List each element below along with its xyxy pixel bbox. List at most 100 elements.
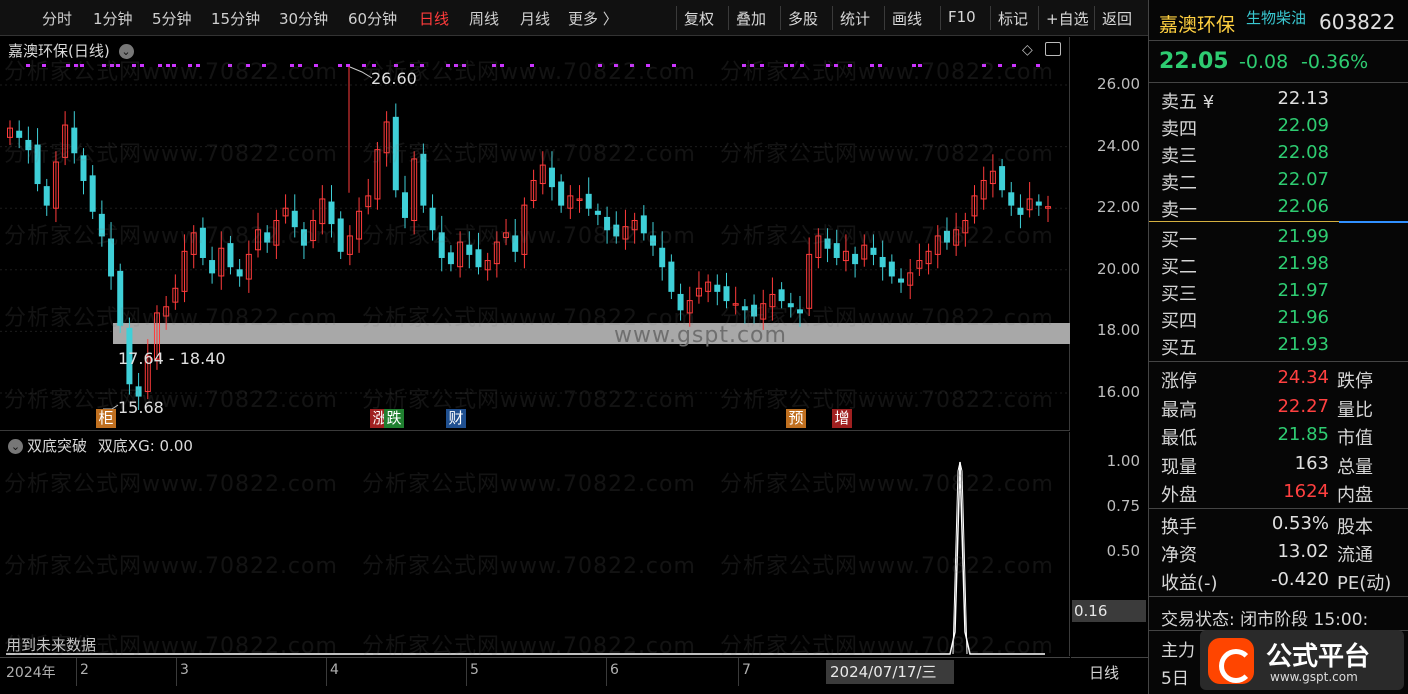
candle-body [401, 192, 408, 218]
orderbook-divider-accent [1339, 221, 1408, 223]
candle-body [475, 249, 482, 268]
indicator-tick-label: 1.00 [1106, 452, 1140, 470]
indicator-panel[interactable]: ⌄ 双底突破 双底XG: 0.00 用到未来数据 1.00 0.75 0.50 0.1… [0, 432, 1146, 656]
signal-dot [462, 64, 466, 67]
signal-dot [196, 64, 200, 67]
signal-dot [500, 64, 504, 67]
candle-body [34, 144, 41, 185]
event-marker[interactable]: 跌 [384, 409, 404, 428]
signal-dot [598, 64, 602, 67]
period-tab[interactable]: 1分钟 [93, 8, 133, 29]
chevron-down-icon[interactable]: ⌄ [118, 44, 134, 59]
indicator-tick-label: 0.75 [1106, 497, 1140, 515]
candle-body [89, 175, 96, 212]
candle-body [852, 253, 859, 265]
signal-dot [454, 64, 458, 67]
price-change-pct: -0.36% [1301, 51, 1369, 73]
toolbar-button[interactable]: 画线 [892, 8, 922, 29]
candle-body [888, 261, 895, 277]
period-tab[interactable]: 30分钟 [279, 8, 328, 29]
signal-dot [784, 64, 788, 67]
signal-dot [446, 64, 450, 67]
signal-dot [848, 64, 852, 67]
signal-dot [492, 64, 496, 67]
signal-dot [314, 64, 318, 67]
signal-dot [140, 64, 144, 67]
range-label: 17.64 - 18.40 [118, 349, 226, 368]
toolbar-separator [940, 6, 941, 30]
candle-body [548, 167, 555, 188]
bid-label: 买二 [1161, 257, 1197, 278]
period-tab[interactable]: 15分钟 [211, 8, 260, 29]
crosshair-date-label: 2024/07/17/三 [826, 660, 954, 684]
period-tab[interactable]: 周线 [469, 8, 499, 29]
candle-body [824, 238, 831, 249]
toolbar-button[interactable]: 多股 [788, 8, 818, 29]
badge-title: 公式平台 [1266, 642, 1371, 672]
stat-label: 换手 [1161, 517, 1197, 538]
stat-label-secondary: 总量 [1337, 456, 1373, 478]
signal-dot [362, 64, 366, 67]
signal-dot [630, 64, 634, 67]
period-tab[interactable]: 日线 [419, 8, 449, 29]
ask-price: 22.07 [1277, 169, 1329, 190]
candle-body [420, 153, 427, 206]
candlestick-chart[interactable] [0, 37, 1070, 431]
signal-dot [290, 64, 294, 67]
high-marker [349, 66, 373, 79]
candle-body [778, 289, 785, 302]
toolbar-button[interactable]: +自选 [1046, 8, 1089, 29]
indicator-title: ⌄ 双底突破 双底XG: 0.00 [8, 435, 193, 456]
window-toggle-icon[interactable] [1045, 42, 1061, 56]
candle-body [604, 216, 611, 231]
event-marker[interactable]: 增 [832, 409, 852, 428]
toolbar-button[interactable]: F10 [948, 8, 976, 26]
signal-dot [116, 64, 120, 67]
stock-code: 603822 [1319, 10, 1396, 34]
gspt-logo-icon [1208, 638, 1254, 684]
candlestick-chart-panel[interactable]: 嘉澳环保(日线) ⌄ ◇ 26.00 24.00 22.00 20.00 18.00 16… [0, 37, 1140, 431]
stat-value: 163 [1294, 452, 1329, 474]
event-marker[interactable]: 预 [786, 409, 806, 428]
bid-price: 21.97 [1277, 280, 1329, 301]
period-tab[interactable]: 月线 [520, 8, 550, 29]
signal-dot [790, 64, 794, 67]
date-tick-label: 5 [470, 662, 479, 678]
candle-body [466, 244, 473, 255]
industry-tag[interactable]: 生物柴油 [1246, 7, 1306, 28]
price-tick-label: 22.00 [1097, 198, 1140, 217]
axis-tick [176, 658, 177, 686]
diamond-icon[interactable]: ◇ [1022, 42, 1033, 58]
toolbar-button[interactable]: 统计 [840, 8, 870, 29]
period-tab[interactable]: 5分钟 [152, 8, 192, 29]
period-tab[interactable]: 60分钟 [348, 8, 397, 29]
ask-price: 22.06 [1277, 196, 1329, 217]
chevron-down-icon[interactable]: ⌄ [8, 439, 23, 454]
bid-price: 21.99 [1277, 226, 1329, 247]
period-tab[interactable]: 分时 [42, 8, 72, 29]
period-label[interactable]: 日线 [1071, 657, 1148, 685]
event-marker[interactable]: 柜 [96, 409, 116, 428]
toolbar-button[interactable]: 标记 [998, 8, 1028, 29]
indicator-chart[interactable] [0, 432, 1070, 656]
event-marker[interactable]: 财 [446, 409, 466, 428]
period-tab[interactable]: 更多 〉 [568, 8, 618, 29]
signal-dot [760, 64, 764, 67]
toolbar-button[interactable]: 返回 [1102, 8, 1132, 29]
stat-value: 22.27 [1277, 395, 1329, 417]
candle-body [43, 186, 50, 206]
toolbar-button[interactable]: 叠加 [736, 8, 766, 29]
bid-label: 买五 [1161, 338, 1197, 359]
signal-dot [132, 64, 136, 67]
candle-body [209, 260, 216, 274]
signal-dot [1036, 64, 1040, 67]
toolbar-button[interactable]: 复权 [684, 8, 714, 29]
price-change: -0.08 [1239, 51, 1289, 73]
stat-label: 净资 [1161, 545, 1197, 566]
signal-dot [26, 64, 30, 67]
ask-label: 卖四 [1161, 119, 1197, 140]
signal-dot [800, 64, 804, 67]
signal-dot [166, 64, 170, 67]
candle-body [227, 243, 234, 268]
signal-dot [614, 64, 618, 67]
